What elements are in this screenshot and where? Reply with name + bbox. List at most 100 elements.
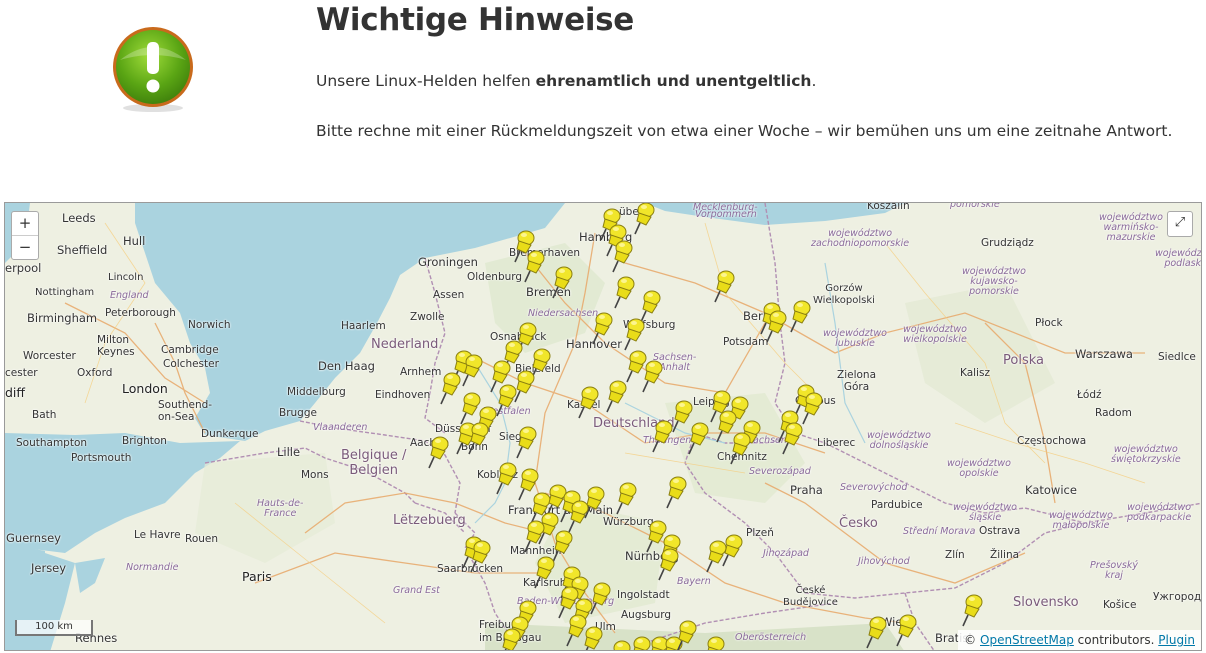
map-label-stredni-morava: Střední Morava <box>903 526 976 537</box>
helper-marker-pin-icon[interactable] <box>641 359 663 393</box>
map-label-kosice: Košice <box>1103 599 1137 611</box>
map-label-hull: Hull <box>123 234 146 248</box>
helpers-map[interactable]: Leeds Sheffield Hull erpool Lincoln Nott… <box>4 202 1202 651</box>
map-label-lille: Lille <box>277 445 301 459</box>
helper-marker-pin-icon[interactable] <box>581 625 603 651</box>
helper-marker-pin-icon[interactable] <box>703 635 725 651</box>
helper-marker-pin-icon[interactable] <box>461 353 483 387</box>
helper-marker-pin-icon[interactable] <box>611 239 633 273</box>
map-label-niedersachsen: Niedersachsen <box>528 308 599 319</box>
map-label-brugge: Brugge <box>279 407 317 419</box>
helper-marker-pin-icon[interactable] <box>499 627 521 651</box>
helper-marker-pin-icon[interactable] <box>789 299 811 333</box>
map-label-vlaanderen: Vlaanderen <box>313 422 368 433</box>
helper-marker-pin-icon[interactable] <box>961 593 983 627</box>
map-label-oberosterreich: Oberösterreich <box>735 632 807 643</box>
map-label-rouen: Rouen <box>185 533 219 545</box>
helper-marker-pin-icon[interactable] <box>657 547 679 581</box>
map-label-lincoln: Lincoln <box>108 272 144 283</box>
map-label-podkarpackie: województwo podkarpackie <box>1127 502 1192 523</box>
helper-marker-pin-icon[interactable] <box>801 391 823 425</box>
helper-marker-pin-icon[interactable] <box>781 421 803 455</box>
helper-marker-pin-icon[interactable] <box>439 371 461 405</box>
map-label-colchester: Colchester <box>163 358 219 370</box>
helper-marker-pin-icon[interactable] <box>675 619 697 651</box>
helper-marker-pin-icon[interactable] <box>609 639 631 651</box>
map-label-portsmouth: Portsmouth <box>71 452 132 464</box>
helper-marker-pin-icon[interactable] <box>469 539 491 573</box>
helper-marker-pin-icon[interactable] <box>713 269 735 303</box>
map-label-nederland: Nederland <box>371 337 439 352</box>
map-label-cardiff: diff <box>5 385 26 400</box>
helper-marker-pin-icon[interactable] <box>651 419 673 453</box>
map-label-ostrava: Ostrava <box>979 525 1021 537</box>
helper-marker-pin-icon[interactable] <box>729 431 751 465</box>
scale-bar: 100 km <box>15 620 93 636</box>
helper-marker-pin-icon[interactable] <box>515 425 537 459</box>
map-label-dunkerque: Dunkerque <box>201 428 259 440</box>
helper-marker-pin-icon[interactable] <box>533 555 555 589</box>
plugin-link[interactable]: Plugin <box>1158 633 1195 647</box>
helper-marker-pin-icon[interactable] <box>577 385 599 419</box>
map-label-opolskie: województwo opolskie <box>947 458 1011 479</box>
map-label-polska: Polska <box>1003 353 1044 368</box>
map-label-groningen: Groningen <box>418 255 478 269</box>
map-label-brighton: Brighton <box>122 435 167 447</box>
helper-marker-pin-icon[interactable] <box>615 481 637 515</box>
map-label-paris: Paris <box>242 569 272 584</box>
helper-marker-pin-icon[interactable] <box>865 615 887 649</box>
map-label-cambridge: Cambridge <box>161 344 219 356</box>
map-label-worcester: Worcester <box>23 350 76 362</box>
helper-marker-pin-icon[interactable] <box>495 461 517 495</box>
map-label-zlin: Zlín <box>945 549 965 561</box>
map-label-podlaskie: województwo podlaskie <box>1155 248 1202 269</box>
map-label-presovsky: Prešovský kraj <box>1090 560 1138 581</box>
helper-marker-pin-icon[interactable] <box>567 499 589 533</box>
zoom-in-button[interactable]: + <box>12 212 38 235</box>
map-label-letzebuerg: Lëtzebuerg <box>393 513 466 528</box>
map-label-potsdam: Potsdam <box>723 336 769 348</box>
helper-marker-pin-icon[interactable] <box>623 317 645 351</box>
map-label-malopolskie: województwo małopolskie <box>1049 510 1113 531</box>
helper-marker-pin-icon[interactable] <box>687 421 709 455</box>
map-label-vorpommern: Vorpommern <box>695 209 757 220</box>
helper-marker-pin-icon[interactable] <box>591 311 613 345</box>
map-label-dolnoslaskie: województwo dolnośląskie <box>867 430 931 451</box>
map-label-gorzow: Gorzów Wielkopolski <box>813 283 875 306</box>
map-label-kalisz: Kalisz <box>960 367 990 379</box>
fullscreen-icon[interactable]: ⤢ <box>1167 211 1193 237</box>
map-label-oldenburg: Oldenburg <box>467 271 523 283</box>
helper-marker-pin-icon[interactable] <box>665 475 687 509</box>
map-label-radom: Radom <box>1095 407 1132 419</box>
map-label-birmingham: Birmingham <box>27 311 98 325</box>
map-label-jihozapad: Jihozápad <box>763 548 809 559</box>
map-label-pomorskie: pomorskie <box>950 202 1000 210</box>
map-label-southampton: Southampton <box>16 437 88 449</box>
map-label-ceske-budejovice: České Budějovice <box>783 585 838 608</box>
openstreetmap-link[interactable]: OpenStreetMap <box>980 633 1074 647</box>
map-label-assen: Assen <box>433 289 465 301</box>
zoom-control: + − <box>11 211 39 260</box>
map-label-liverpool: erpool <box>5 261 42 275</box>
helper-marker-pin-icon[interactable] <box>551 265 573 299</box>
map-label-liberec: Liberec <box>817 437 856 449</box>
map-label-zachodniopomorskie: województwo zachodniopomorskie <box>811 228 910 249</box>
helper-marker-pin-icon[interactable] <box>633 202 655 235</box>
map-label-jersey: Jersey <box>31 561 67 575</box>
helper-marker-pin-icon[interactable] <box>523 519 545 553</box>
map-label-grand-est: Grand Est <box>393 585 440 596</box>
map-label-zielona-gora: Zielona Góra <box>837 369 877 393</box>
helper-marker-pin-icon[interactable] <box>613 275 635 309</box>
map-label-leeds: Leeds <box>62 211 96 225</box>
helper-marker-pin-icon[interactable] <box>605 379 627 413</box>
helper-marker-pin-icon[interactable] <box>523 249 545 283</box>
map-label-norwich: Norwich <box>188 319 231 331</box>
helper-marker-pin-icon[interactable] <box>721 533 743 567</box>
helper-marker-pin-icon[interactable] <box>427 435 449 469</box>
helper-marker-pin-icon[interactable] <box>895 613 917 647</box>
helper-marker-pin-icon[interactable] <box>765 309 787 343</box>
zoom-out-button[interactable]: − <box>12 235 38 259</box>
helper-marker-pin-icon[interactable] <box>495 383 517 417</box>
map-label-le-havre: Le Havre <box>134 529 181 541</box>
helper-marker-pin-icon[interactable] <box>467 421 489 455</box>
